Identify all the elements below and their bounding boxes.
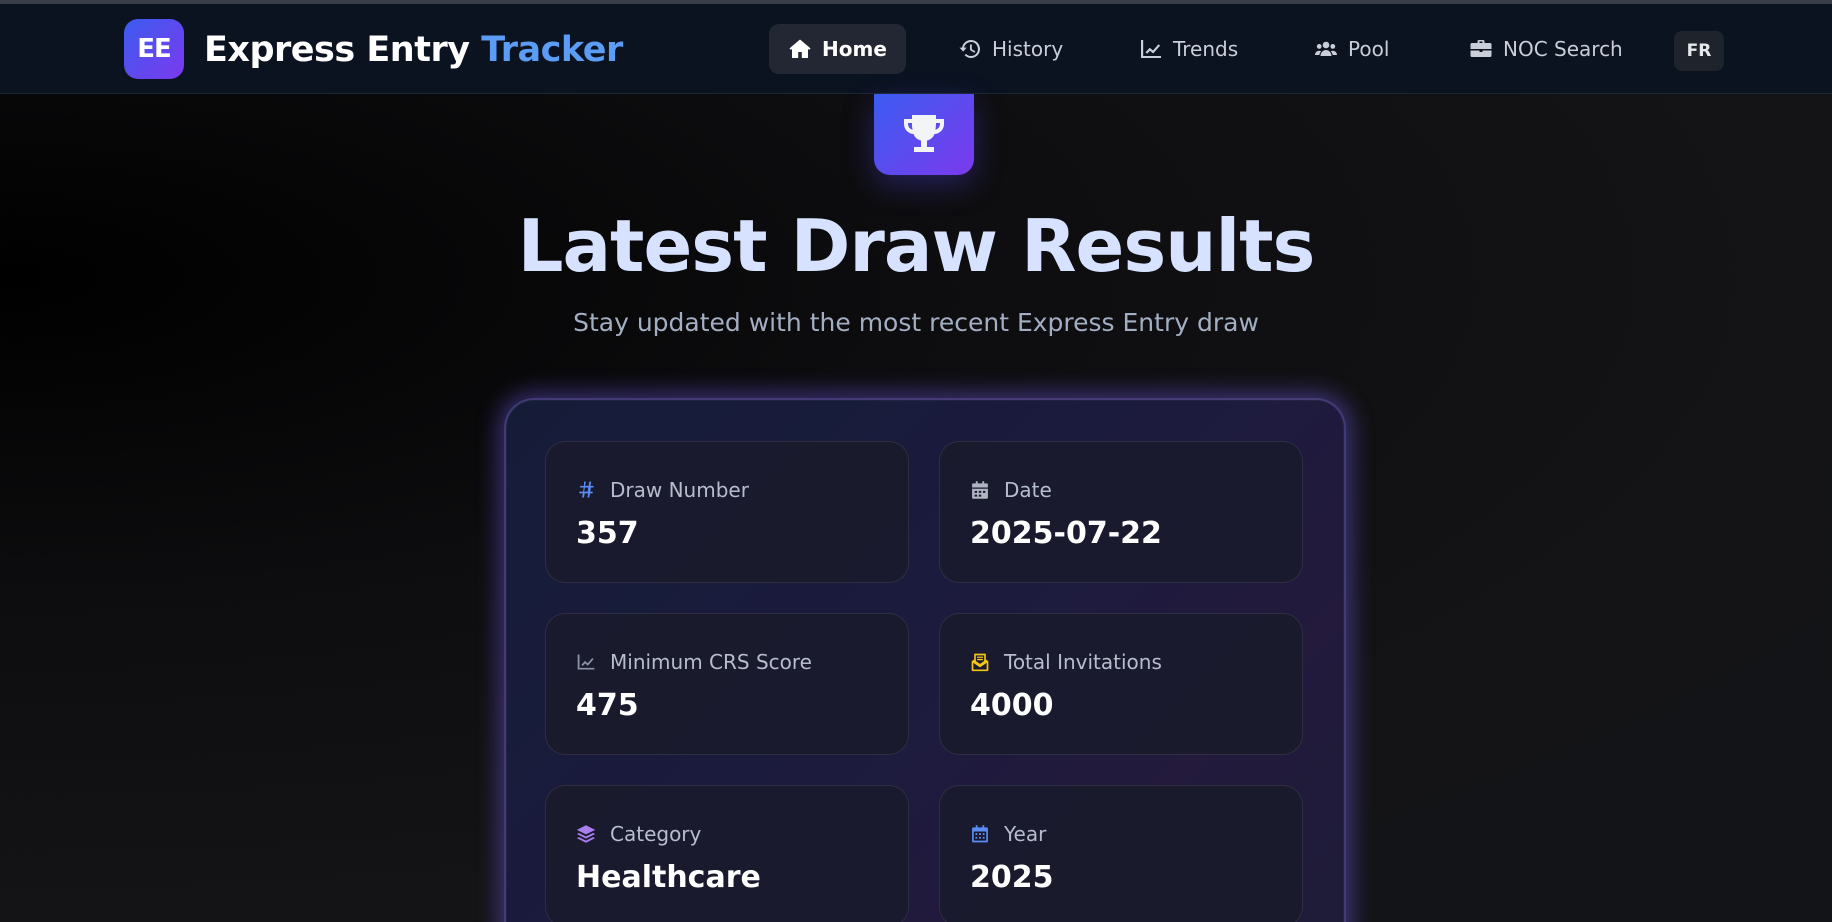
card-total-invitations-label-row: Total Invitations [970,650,1162,674]
card-category-label-row: Category [576,822,701,846]
card-date-label: Date [1004,478,1052,502]
nav-history-label: History [992,37,1064,61]
card-min-crs-value: 475 [576,688,639,723]
card-category-value: Healthcare [576,860,761,895]
card-category: Category Healthcare [545,785,909,922]
card-min-crs-label: Minimum CRS Score [610,650,812,674]
nav-noc-search[interactable]: NOC Search [1450,24,1642,74]
nav-history[interactable]: History [939,24,1082,74]
nav-pool-label: Pool [1348,37,1390,61]
trophy-icon [904,114,944,152]
hashtag-icon [579,481,594,498]
chart-line-icon [1141,40,1161,58]
page-subtitle: Stay updated with the most recent Expres… [573,308,1259,337]
card-total-invitations-value: 4000 [970,688,1054,723]
card-total-invitations: Total Invitations 4000 [939,613,1303,755]
card-min-crs: Minimum CRS Score 475 [545,613,909,755]
card-date-value: 2025-07-22 [970,516,1162,551]
trophy-badge [874,94,974,175]
card-year-value: 2025 [970,860,1054,895]
nav-pool[interactable]: Pool [1295,24,1408,74]
card-date: Date 2025-07-22 [939,441,1303,583]
card-date-label-row: Date [970,478,1052,502]
card-year-label-row: Year [970,822,1046,846]
nav-trends-label: Trends [1173,37,1239,61]
card-draw-number-label-row: Draw Number [576,478,749,502]
nav-trends[interactable]: Trends [1120,24,1257,74]
calendar-icon [972,481,988,499]
nav-noc-search-label: NOC Search [1503,37,1623,61]
card-min-crs-label-row: Minimum CRS Score [576,650,812,674]
top-navbar: EE Express Entry Tracker Home History Tr… [0,4,1832,94]
users-icon [1315,41,1337,56]
briefcase-icon [1470,40,1492,57]
card-draw-number-value: 357 [576,516,639,551]
layer-group-icon [576,825,596,843]
logo-badge[interactable]: EE [124,19,184,79]
chart-line-icon [577,654,595,670]
brand-title[interactable]: Express Entry Tracker [204,30,623,70]
language-toggle-button[interactable]: FR [1674,31,1724,71]
calendar-days-icon [972,825,988,843]
home-icon [789,39,811,58]
brand-name-part1: Express Entry [204,30,470,70]
brand-name-part2: Tracker [481,30,623,70]
nav-home-label: Home [822,37,887,61]
draw-results-panel: Draw Number 357 Date 2025-07-22 Minimum … [504,398,1346,922]
card-draw-number: Draw Number 357 [545,441,909,583]
card-year-label: Year [1004,822,1047,846]
envelope-open-icon [971,653,989,672]
nav-home[interactable]: Home [769,24,906,74]
card-category-label: Category [610,822,702,846]
card-total-invitations-label: Total Invitations [1004,650,1162,674]
page-title: Latest Draw Results [517,204,1316,288]
card-draw-number-label: Draw Number [610,478,749,502]
card-year: Year 2025 [939,785,1303,922]
history-icon [959,39,981,58]
